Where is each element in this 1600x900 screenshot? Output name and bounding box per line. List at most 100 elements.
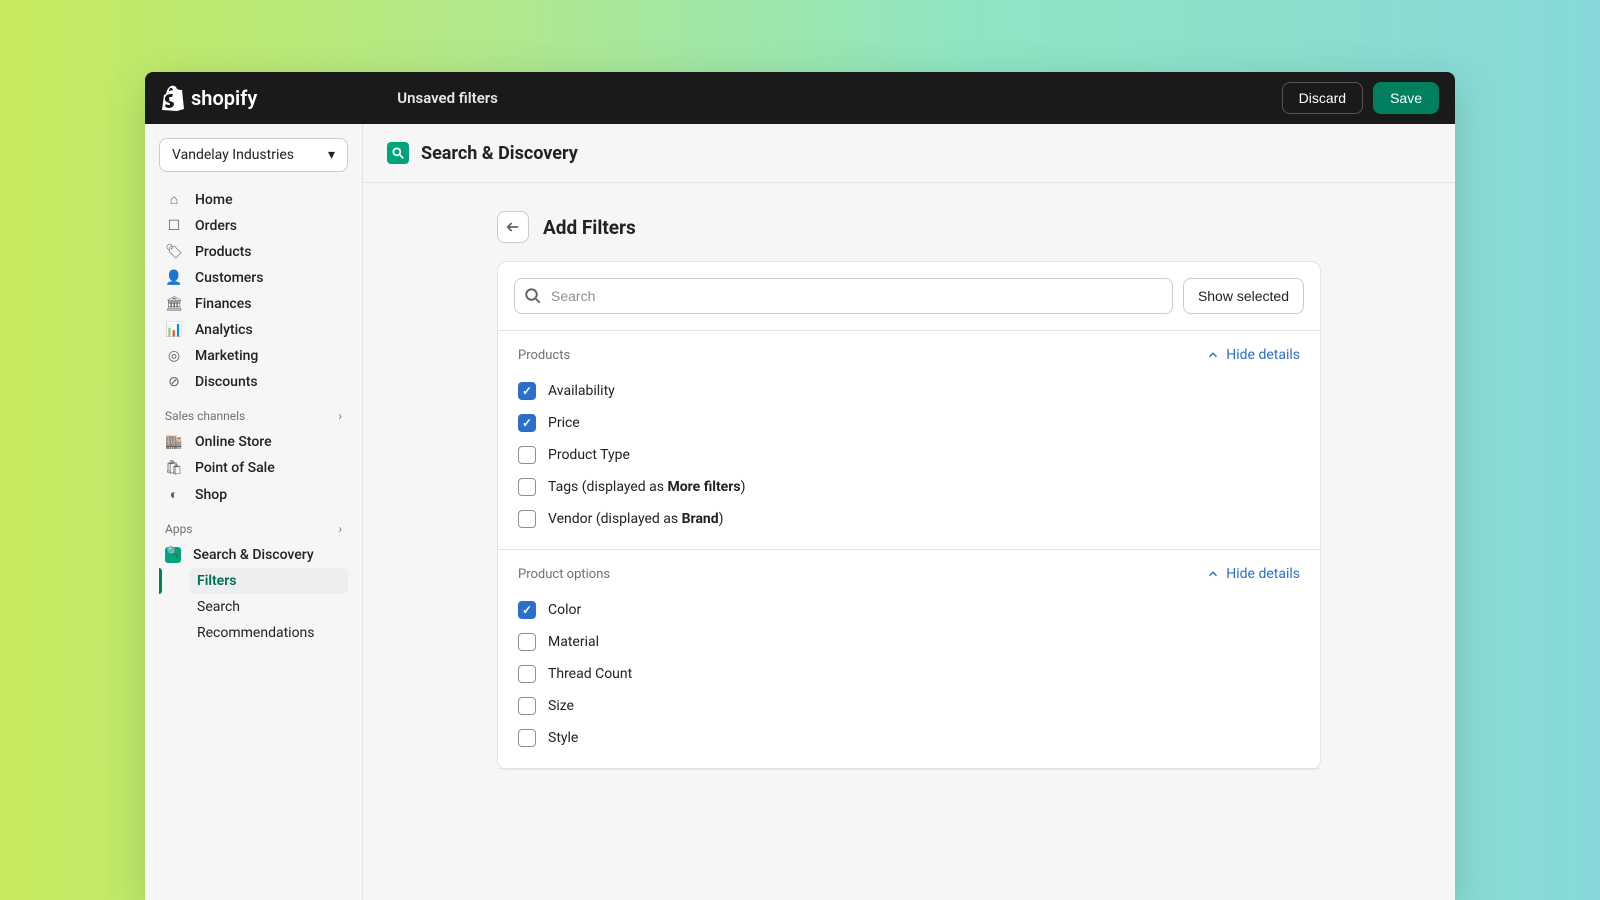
checkbox[interactable] xyxy=(518,665,536,683)
chevron-right-icon[interactable]: › xyxy=(338,522,342,536)
sidebar: Vandelay Industries ▾ ⌂ Home ☐Orders 🏷 Pro… xyxy=(145,124,363,900)
filter-label: Thread Count xyxy=(548,666,632,682)
filter-row: Size xyxy=(518,690,1300,722)
checkbox[interactable] xyxy=(518,478,536,496)
group-title: Product options xyxy=(518,567,610,582)
subheader: Add Filters xyxy=(497,211,1321,243)
pos-icon: 🛍 xyxy=(165,460,183,476)
brand-text: shopify xyxy=(191,86,257,110)
nav-customers[interactable]: 👤 Customers xyxy=(159,265,348,291)
shopify-icon xyxy=(161,85,185,111)
section-label: Sales channels xyxy=(165,409,245,423)
filter-row: Material xyxy=(518,626,1300,658)
subnav-filters[interactable]: Filters xyxy=(189,568,348,594)
page-header: Search & Discovery xyxy=(363,124,1455,183)
page-subtitle: Add Filters xyxy=(543,216,636,239)
chevron-right-icon[interactable]: › xyxy=(338,409,342,423)
nav-label: Marketing xyxy=(195,348,258,364)
filter-row: Vendor (displayed as Brand) xyxy=(518,503,1300,535)
nav-label: Home xyxy=(195,192,233,208)
nav-label: Point of Sale xyxy=(195,460,275,476)
filter-label: Vendor (displayed as Brand) xyxy=(548,511,724,527)
shop-icon: ◐ xyxy=(165,486,183,503)
nav-pos[interactable]: 🛍 Point of Sale xyxy=(159,455,348,481)
home-icon: ⌂ xyxy=(165,191,183,208)
brand-logo: shopify xyxy=(161,85,257,111)
chevron-up-icon xyxy=(1206,567,1220,581)
main: Search & Discovery Add Filters xyxy=(363,124,1455,900)
subnav-search[interactable]: Search xyxy=(189,594,348,620)
hide-details-text: Hide details xyxy=(1226,566,1300,582)
nav-orders[interactable]: ☐Orders xyxy=(159,213,348,239)
group-head: ProductsHide details xyxy=(518,347,1300,363)
nav-label: Shop xyxy=(195,487,227,503)
search-row: Show selected xyxy=(498,262,1320,331)
store-selector[interactable]: Vandelay Industries ▾ xyxy=(159,138,348,172)
arrow-left-icon xyxy=(505,219,521,235)
app-window: shopify Unsaved filters Discard Save Van… xyxy=(145,72,1455,900)
search-wrap xyxy=(514,278,1173,314)
discounts-icon: ⊘ xyxy=(165,374,183,390)
filter-row: Availability xyxy=(518,375,1300,407)
store-icon: 🏬 xyxy=(165,434,183,450)
search-app-icon: 🔍 xyxy=(165,547,181,563)
topbar-actions: Discard Save xyxy=(1282,82,1439,114)
filter-row: Style xyxy=(518,722,1300,754)
checkbox[interactable] xyxy=(518,729,536,747)
section-label: Apps xyxy=(165,522,193,536)
nav-online-store[interactable]: 🏬Online Store xyxy=(159,429,348,455)
nav-home[interactable]: ⌂ Home xyxy=(159,186,348,213)
subnav-recommendations[interactable]: Recommendations xyxy=(189,620,348,646)
nav-label: Products xyxy=(195,244,252,260)
customers-icon: 👤 xyxy=(165,270,183,286)
page-title: Search & Discovery xyxy=(421,143,578,164)
content: Add Filters Show selected ProductsHide d… xyxy=(363,183,1455,770)
hide-details-link[interactable]: Hide details xyxy=(1206,566,1300,582)
checkbox[interactable] xyxy=(518,382,536,400)
search-icon xyxy=(524,287,542,309)
filter-row: Tags (displayed as More filters) xyxy=(518,471,1300,503)
nav-finances[interactable]: 🏛Finances xyxy=(159,291,348,317)
hide-details-text: Hide details xyxy=(1226,347,1300,363)
back-button[interactable] xyxy=(497,211,529,243)
filter-label: Size xyxy=(548,698,574,714)
topbar: shopify Unsaved filters Discard Save xyxy=(145,72,1455,124)
nav-search-discovery[interactable]: 🔍 Search & Discovery xyxy=(159,542,348,568)
nav-discounts[interactable]: ⊘ Discounts xyxy=(159,369,348,395)
nav-label: Discounts xyxy=(195,374,258,390)
nav-label: Customers xyxy=(195,270,263,286)
filter-label: Tags (displayed as More filters) xyxy=(548,479,745,495)
nav-analytics[interactable]: 📊Analytics xyxy=(159,317,348,343)
chevron-up-icon xyxy=(1206,348,1220,362)
nav-marketing[interactable]: ◎ Marketing xyxy=(159,343,348,369)
nav-shop[interactable]: ◐ Shop xyxy=(159,481,348,508)
hide-details-link[interactable]: Hide details xyxy=(1206,347,1300,363)
filter-row: Color xyxy=(518,594,1300,626)
store-name: Vandelay Industries xyxy=(172,147,294,163)
checkbox[interactable] xyxy=(518,601,536,619)
checkbox[interactable] xyxy=(518,414,536,432)
nav-label: Search & Discovery xyxy=(193,547,314,563)
checkbox[interactable] xyxy=(518,510,536,528)
filters-card: Show selected ProductsHide details Availa… xyxy=(497,261,1321,770)
checkbox[interactable] xyxy=(518,633,536,651)
discard-button[interactable]: Discard xyxy=(1282,82,1363,114)
nav-label: Finances xyxy=(195,296,251,312)
marketing-icon: ◎ xyxy=(165,348,183,364)
filter-label: Color xyxy=(548,602,581,618)
checkbox[interactable] xyxy=(518,446,536,464)
chevron-down-icon: ▾ xyxy=(328,147,335,163)
search-input[interactable] xyxy=(514,278,1173,314)
group-head: Product options Hide details xyxy=(518,566,1300,582)
checkbox[interactable] xyxy=(518,697,536,715)
show-selected-button[interactable]: Show selected xyxy=(1183,278,1304,314)
nav-products[interactable]: 🏷 Products xyxy=(159,239,348,265)
products-icon: 🏷 xyxy=(165,244,183,260)
body: Vandelay Industries ▾ ⌂ Home ☐Orders 🏷 Pro… xyxy=(145,124,1455,900)
app-subnav: Filters Search Recommendations xyxy=(159,568,348,646)
filter-group: Product options Hide details Color Material… xyxy=(498,550,1320,769)
filter-group: ProductsHide detailsAvailabilityPricePro… xyxy=(498,331,1320,550)
nav-label: Analytics xyxy=(195,322,253,338)
filter-row: Product Type xyxy=(518,439,1300,471)
save-button[interactable]: Save xyxy=(1373,82,1439,114)
